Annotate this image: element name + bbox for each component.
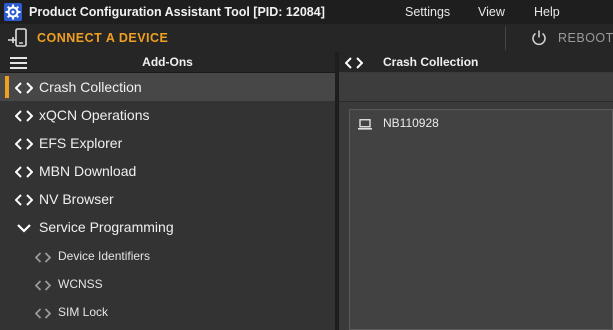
toolbar-divider <box>505 26 506 50</box>
sidebar-item-crash-collection[interactable]: Crash Collection <box>0 73 335 101</box>
sidebar-item-service-programming[interactable]: Service Programming <box>0 213 335 241</box>
code-brackets-icon <box>14 137 34 150</box>
menu-settings[interactable]: Settings <box>405 5 450 19</box>
sidebar-item-label: EFS Explorer <box>39 135 123 151</box>
active-indicator <box>5 76 9 98</box>
code-brackets-icon <box>34 278 53 291</box>
code-brackets-icon <box>14 81 34 94</box>
code-brackets-icon <box>34 250 53 263</box>
code-brackets-icon <box>14 193 34 206</box>
code-brackets-icon <box>14 109 34 122</box>
sidebar-item-label: Crash Collection <box>39 79 142 95</box>
app-logo-icon <box>4 3 22 21</box>
connect-device-icon[interactable] <box>7 28 29 48</box>
sidebar-title: Add-Ons <box>142 55 193 69</box>
laptop-icon <box>358 117 372 130</box>
connect-device-button[interactable]: CONNECT A DEVICE <box>37 31 168 45</box>
sidebar-item-wcnss[interactable]: WCNSS <box>0 269 335 297</box>
power-icon[interactable] <box>530 29 548 47</box>
menu-view[interactable]: View <box>478 5 505 19</box>
sidebar-item-sim-lock[interactable]: SIM Lock <box>0 297 335 325</box>
panel-title: Crash Collection <box>383 55 479 69</box>
code-brackets-icon <box>344 56 364 69</box>
sidebar-item-label: xQCN Operations <box>39 107 150 123</box>
sidebar-item-efs-explorer[interactable]: EFS Explorer <box>0 129 335 157</box>
sidebar-item-label: NV Browser <box>39 191 114 207</box>
chevron-down-icon[interactable] <box>15 221 33 233</box>
reboot-button[interactable]: REBOOT <box>558 31 613 45</box>
sidebar-item-label: Service Programming <box>39 219 174 235</box>
device-name: NB110928 <box>383 116 439 130</box>
sidebar-item-label: SIM Lock <box>58 305 109 319</box>
code-brackets-icon <box>14 165 34 178</box>
device-list <box>349 109 613 330</box>
sidebar-item-mbn-download[interactable]: MBN Download <box>0 157 335 185</box>
sidebar-item-label: WCNSS <box>58 277 103 291</box>
sidebar-item-label: MBN Download <box>39 163 137 179</box>
sidebar-item-xqcn-operations[interactable]: xQCN Operations <box>0 101 335 129</box>
menu-help[interactable]: Help <box>534 5 560 19</box>
sidebar-item-nv-browser[interactable]: NV Browser <box>0 185 335 213</box>
panel-toolbar <box>339 73 613 102</box>
window-title: Product Configuration Assistant Tool [PI… <box>29 5 325 19</box>
sidebar-item-label: Device Identifiers <box>58 249 151 263</box>
sidebar-item-device-identifiers[interactable]: Device Identifiers <box>0 241 335 269</box>
code-brackets-icon <box>34 306 53 319</box>
